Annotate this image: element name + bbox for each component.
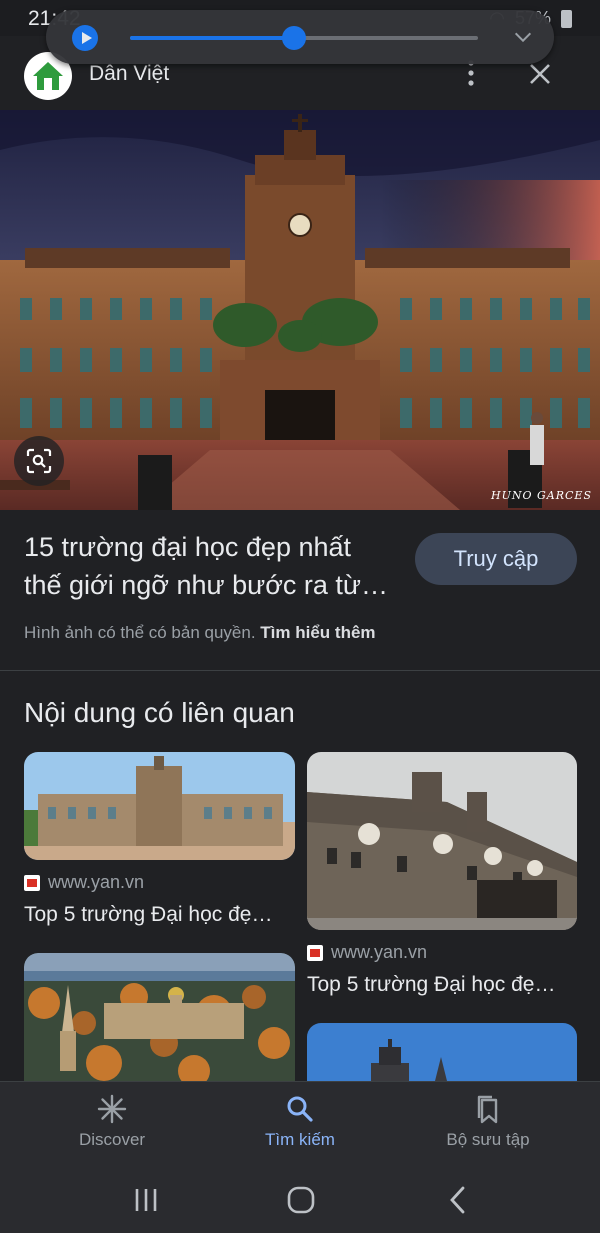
seek-bar[interactable] bbox=[130, 26, 478, 50]
nav-collections-label: Bộ sưu tập bbox=[446, 1130, 530, 1149]
chevron-down-icon[interactable] bbox=[512, 26, 534, 48]
hero-image[interactable]: HUNO GARCES bbox=[0, 110, 600, 510]
search-icon bbox=[287, 1096, 313, 1122]
close-icon[interactable] bbox=[526, 60, 554, 88]
lens-icon bbox=[26, 448, 52, 474]
seek-progress bbox=[130, 36, 294, 40]
related-card-source: www.yan.vn bbox=[307, 942, 577, 963]
related-card[interactable] bbox=[307, 1023, 577, 1081]
article-info: 15 trường đại học đẹp nhất thế giới ngỡ … bbox=[24, 528, 394, 604]
related-heading: Nội dung có liên quan bbox=[24, 697, 295, 728]
site-name[interactable]: Dân Việt bbox=[89, 62, 169, 86]
nav-collections[interactable]: Bộ sưu tập bbox=[408, 1094, 568, 1150]
battery-icon bbox=[561, 9, 572, 28]
learn-more-link[interactable]: Tìm hiểu thêm bbox=[260, 623, 375, 642]
system-navigation-bar bbox=[0, 1165, 600, 1233]
university-thumbnail bbox=[24, 752, 295, 860]
related-card-image[interactable] bbox=[307, 752, 577, 930]
favicon-icon bbox=[307, 944, 323, 961]
related-card-source-text: www.yan.vn bbox=[48, 872, 145, 892]
photo-watermark: HUNO GARCES bbox=[491, 489, 592, 502]
related-card-image[interactable] bbox=[24, 953, 295, 1081]
copyright-text: Hình ảnh có thể có bản quyền. bbox=[24, 623, 256, 642]
related-card-image[interactable] bbox=[24, 752, 295, 860]
tower-thumbnail bbox=[307, 1023, 577, 1081]
media-player-pill[interactable] bbox=[46, 10, 554, 64]
article-title[interactable]: 15 trường đại học đẹp nhất thế giới ngỡ … bbox=[24, 528, 394, 604]
asterisk-icon bbox=[97, 1094, 127, 1124]
copyright-notice: Hình ảnh có thể có bản quyền. Tìm hiểu t… bbox=[24, 623, 376, 643]
related-card-title[interactable]: Top 5 trường Đại học đẹ… bbox=[307, 973, 577, 997]
home-icon bbox=[33, 62, 63, 90]
recent-apps-icon[interactable] bbox=[129, 1183, 163, 1217]
visit-button[interactable]: Truy cập bbox=[415, 533, 577, 585]
bottom-navigation: Discover Tìm kiếm Bộ sưu tập bbox=[0, 1081, 600, 1165]
seek-thumb[interactable] bbox=[281, 26, 306, 50]
section-divider bbox=[0, 670, 600, 671]
bookmarks-icon bbox=[477, 1095, 498, 1124]
university-thumbnail bbox=[307, 752, 577, 930]
related-card-image[interactable] bbox=[307, 1023, 577, 1081]
nav-search[interactable]: Tìm kiếm bbox=[220, 1094, 380, 1150]
nav-discover[interactable]: Discover bbox=[32, 1094, 192, 1150]
back-icon[interactable] bbox=[441, 1183, 475, 1217]
related-card[interactable] bbox=[24, 953, 295, 1081]
university-building-photo bbox=[0, 110, 600, 510]
nav-discover-label: Discover bbox=[78, 1130, 146, 1149]
favicon-icon bbox=[24, 874, 40, 891]
related-card[interactable]: www.yan.vn Top 5 trường Đại học đẹ… bbox=[307, 752, 577, 997]
lens-button[interactable] bbox=[14, 436, 64, 486]
campus-aerial-thumbnail bbox=[24, 953, 295, 1081]
nav-search-label: Tìm kiếm bbox=[265, 1130, 335, 1149]
related-card-title[interactable]: Top 5 trường Đại học đẹ… bbox=[24, 903, 295, 927]
home-button-icon[interactable] bbox=[284, 1183, 318, 1217]
related-card-source: www.yan.vn bbox=[24, 872, 295, 893]
play-icon[interactable] bbox=[72, 25, 98, 51]
related-card[interactable]: www.yan.vn Top 5 trường Đại học đẹ… bbox=[24, 752, 295, 927]
related-card-source-text: www.yan.vn bbox=[331, 942, 428, 962]
